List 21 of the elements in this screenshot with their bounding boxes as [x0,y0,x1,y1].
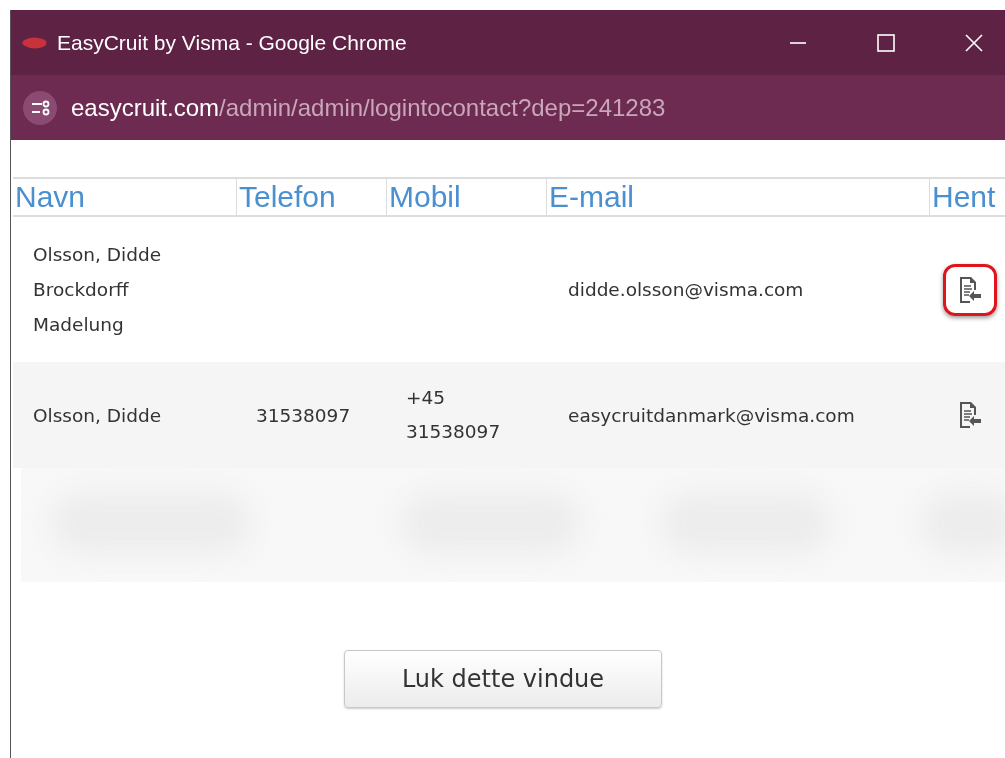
column-header: E-mail [546,179,929,215]
app-logo-icon [21,34,49,51]
login-document-icon[interactable] [958,275,982,304]
login-document-icon[interactable] [958,401,982,429]
column-header: Navn [14,179,87,215]
table-cell: 31538097 [256,404,351,426]
address-bar[interactable]: easycruit.com/admin/admin/logintocontact?dep=241283 [11,75,1005,140]
maximize-icon[interactable] [877,33,895,52]
table-cell: easycruitdanmark@visma.com [568,404,855,426]
site-settings-icon[interactable] [23,90,57,125]
url-text[interactable]: easycruit.com/admin/admin/logintocontact?dep=241283 [71,93,666,122]
table-cell-text: +45 31538097 [406,386,502,444]
table-cell-text: Olsson, Didde Brockdorff Madelung [33,243,163,337]
column-header: Mobil [386,179,546,215]
column-header: Telefon [236,179,386,215]
table-cell-text: Olsson, Didde [33,403,163,428]
column-header: Hent [929,179,1005,215]
window-title: EasyCruit by Visma - Google Chrome [57,30,407,55]
close-icon[interactable] [965,33,983,52]
table-cell: didde.olsson@visma.com [568,279,804,300]
close-window-button[interactable]: Luk dette vindue [344,650,662,708]
